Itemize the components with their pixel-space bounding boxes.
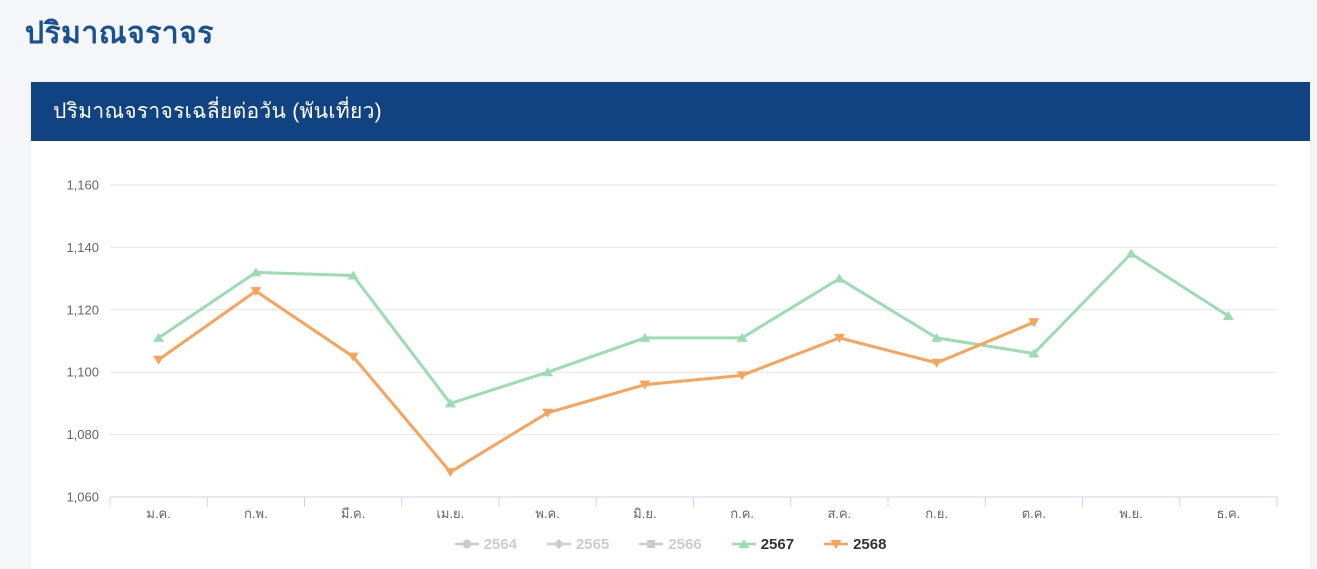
chart-legend: 2564 2565 2566 2567 2568	[31, 533, 1310, 555]
legend-item-2566[interactable]: 2566	[639, 535, 702, 553]
legend-item-2565[interactable]: 2565	[546, 535, 610, 553]
x-axis-label: ก.พ.	[244, 506, 268, 521]
x-axis-label: ก.ย.	[925, 506, 948, 521]
y-axis-label: 1,160	[66, 178, 99, 193]
series-marker-2568	[444, 468, 456, 478]
x-axis-label: มิ.ย.	[633, 506, 656, 521]
legend-item-2567[interactable]: 2567	[731, 535, 795, 553]
chart-card: ปริมาณจราจรเฉลี่ยต่อวัน (พันเที่ยว) 1,06…	[31, 82, 1310, 569]
legend-marker-circle-icon	[454, 539, 479, 549]
x-axis-label: เม.ย.	[436, 506, 464, 521]
y-axis-label: 1,120	[66, 302, 99, 317]
chart-title: ปริมาณจราจรเฉลี่ยต่อวัน (พันเที่ยว)	[53, 100, 382, 123]
page: ปริมาณจราจร ปริมาณจราจรเฉลี่ยต่อวัน (พัน…	[0, 0, 1317, 569]
chart-card-body: 1,060 1,080 1,100 1,120 1,140 1,160 ม.ค. ก.พ. มี…	[31, 141, 1310, 555]
legend-item-2568[interactable]: 2568	[824, 536, 886, 553]
legend-item-2564[interactable]: 2564	[454, 535, 517, 553]
legend-label-2568: 2568	[853, 535, 887, 553]
legend-label-2567: 2567	[760, 535, 795, 553]
legend-label-2566: 2566	[668, 535, 702, 553]
legend-label-2564: 2564	[483, 535, 517, 553]
legend-marker-diamond-icon	[546, 539, 571, 549]
legend-marker-triangle-down-icon	[824, 540, 849, 549]
x-axis-label: พ.ค.	[535, 506, 560, 521]
y-axis-label: 1,080	[66, 427, 99, 442]
x-axis-label: มี.ค.	[341, 506, 366, 521]
x-axis-label: ธ.ค.	[1216, 506, 1240, 521]
legend-marker-square-icon	[639, 540, 664, 548]
x-axis-label: ก.ค.	[730, 506, 754, 521]
x-axis-label: ต.ค.	[1022, 506, 1046, 521]
y-axis-label: 1,100	[66, 365, 99, 380]
traffic-volume-line-chart: 1,060 1,080 1,100 1,120 1,140 1,160 ม.ค. ก.พ. มี…	[66, 178, 1278, 521]
series-marker-2567	[1125, 248, 1137, 258]
y-axis-label: 1,060	[66, 490, 99, 505]
page-title: ปริมาณจราจร	[25, 17, 214, 50]
x-axis-label: พ.ย.	[1119, 506, 1142, 521]
legend-marker-triangle-up-icon	[731, 539, 756, 548]
x-axis-label: ส.ค.	[827, 506, 851, 521]
series-marker-2568	[153, 355, 165, 365]
x-axis-label: ม.ค.	[146, 506, 171, 521]
legend-label-2565: 2565	[575, 535, 610, 553]
series-marker-2567	[833, 273, 845, 283]
y-axis-label: 1,140	[66, 240, 99, 255]
chart-card-header: ปริมาณจราจรเฉลี่ยต่อวัน (พันเที่ยว)	[31, 82, 1310, 141]
